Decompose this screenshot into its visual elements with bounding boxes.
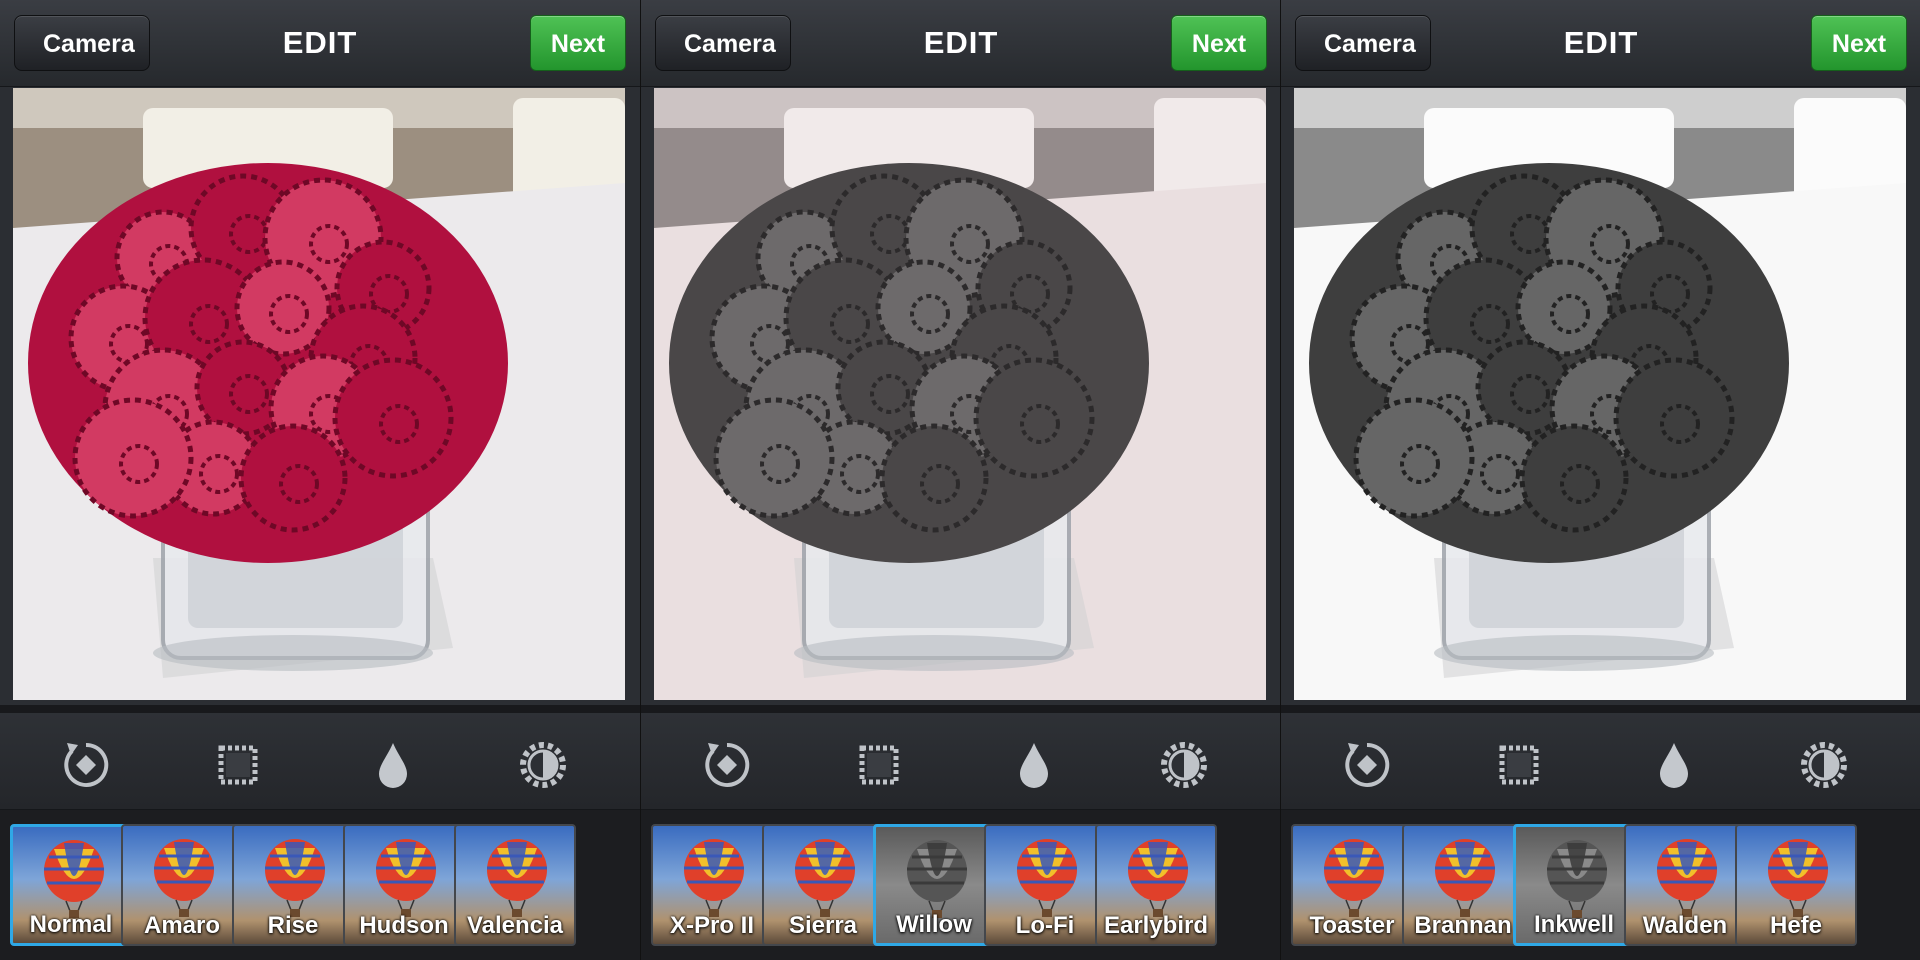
filter-label: X-Pro II [669, 912, 754, 939]
filter-thumb-earlybird[interactable]: Earlybird [1095, 824, 1217, 946]
rotate-icon[interactable] [58, 737, 114, 793]
filter-thumb-x-pro-ii[interactable]: X-Pro II [651, 824, 773, 946]
filter-thumb-hudson[interactable]: Hudson [343, 824, 465, 946]
filter-label: Sierra [788, 912, 858, 939]
filter-thumb-rise[interactable]: Rise [232, 824, 354, 946]
filter-label: Earlybird [1103, 912, 1209, 939]
filter-label: Hefe [1769, 912, 1823, 939]
filter-label: Amaro [143, 912, 221, 939]
flower-photo [654, 88, 1266, 700]
filter-thumb-toaster[interactable]: Toaster [1291, 824, 1413, 946]
edit-panel-willow: Camera EDIT Next X-Pro II Sierra Willow … [640, 0, 1280, 960]
border-frame-icon[interactable] [851, 737, 907, 793]
border-frame-icon[interactable] [210, 737, 266, 793]
next-button[interactable]: Next [1811, 15, 1907, 71]
photo-preview [654, 88, 1266, 700]
filter-label: Brannan [1414, 912, 1512, 939]
edit-toolbar [1281, 713, 1920, 810]
next-button[interactable]: Next [530, 15, 626, 71]
next-button[interactable]: Next [1171, 15, 1267, 71]
top-bar: Camera EDIT Next [1281, 0, 1920, 87]
hot-air-balloon-image [1435, 839, 1495, 917]
lux-brightness-icon[interactable] [1156, 737, 1212, 793]
filter-strip[interactable]: X-Pro II Sierra Willow Lo-Fi Earlybird [641, 810, 1280, 960]
hot-air-balloon-image [265, 839, 325, 917]
edit-screens: Camera EDIT Next Normal Amaro Rise Hudso… [0, 0, 1920, 960]
divider [0, 705, 640, 713]
hot-air-balloon-image [1128, 839, 1188, 917]
filter-thumb-normal[interactable]: Normal [10, 824, 132, 946]
hot-air-balloon-image [795, 839, 855, 917]
filter-label: Lo-Fi [1015, 912, 1075, 939]
border-frame-icon[interactable] [1491, 737, 1547, 793]
filter-thumb-lo-fi[interactable]: Lo-Fi [984, 824, 1106, 946]
hot-air-balloon-image [684, 839, 744, 917]
filter-label: Normal [29, 911, 113, 938]
lux-brightness-icon[interactable] [515, 737, 571, 793]
tilt-shift-drop-icon[interactable] [365, 737, 421, 793]
hot-air-balloon-image [907, 840, 967, 918]
photo-preview [1294, 88, 1906, 700]
top-bar: Camera EDIT Next [0, 0, 640, 87]
camera-back-button[interactable]: Camera [14, 15, 150, 71]
rotate-icon[interactable] [699, 737, 755, 793]
divider [641, 705, 1280, 713]
tilt-shift-drop-icon[interactable] [1006, 737, 1062, 793]
flower-photo [1294, 88, 1906, 700]
filter-label: Willow [896, 911, 972, 938]
filter-label: Toaster [1309, 912, 1395, 939]
tilt-shift-drop-icon[interactable] [1646, 737, 1702, 793]
edit-panel-normal: Camera EDIT Next Normal Amaro Rise Hudso… [0, 0, 640, 960]
rotate-icon[interactable] [1339, 737, 1395, 793]
filter-thumb-hefe[interactable]: Hefe [1735, 824, 1857, 946]
filter-label: Inkwell [1533, 911, 1615, 938]
filter-label: Hudson [359, 912, 449, 939]
camera-back-button[interactable]: Camera [655, 15, 791, 71]
hot-air-balloon-image [44, 840, 104, 918]
top-bar: Camera EDIT Next [641, 0, 1280, 87]
filter-thumb-inkwell[interactable]: Inkwell [1513, 824, 1635, 946]
filter-thumb-valencia[interactable]: Valencia [454, 824, 576, 946]
hot-air-balloon-image [1547, 840, 1607, 918]
camera-back-button[interactable]: Camera [1295, 15, 1431, 71]
filter-thumb-amaro[interactable]: Amaro [121, 824, 243, 946]
filter-label: Walden [1642, 912, 1728, 939]
divider [1281, 705, 1920, 713]
filter-thumb-brannan[interactable]: Brannan [1402, 824, 1524, 946]
filter-label: Rise [267, 912, 319, 939]
hot-air-balloon-image [1768, 839, 1828, 917]
hot-air-balloon-image [154, 839, 214, 917]
edit-toolbar [641, 713, 1280, 810]
flower-photo [13, 88, 625, 700]
filter-strip[interactable]: Normal Amaro Rise Hudson Valencia [0, 810, 640, 960]
hot-air-balloon-image [487, 839, 547, 917]
hot-air-balloon-image [1324, 839, 1384, 917]
filter-thumb-sierra[interactable]: Sierra [762, 824, 884, 946]
filter-thumb-walden[interactable]: Walden [1624, 824, 1746, 946]
hot-air-balloon-image [1017, 839, 1077, 917]
hot-air-balloon-image [376, 839, 436, 917]
hot-air-balloon-image [1657, 839, 1717, 917]
photo-preview [13, 88, 625, 700]
lux-brightness-icon[interactable] [1796, 737, 1852, 793]
filter-strip[interactable]: Toaster Brannan Inkwell Walden Hefe [1281, 810, 1920, 960]
filter-label: Valencia [466, 912, 564, 939]
filter-thumb-willow[interactable]: Willow [873, 824, 995, 946]
edit-panel-inkwell: Camera EDIT Next Toaster Brannan Inkwell… [1280, 0, 1920, 960]
edit-toolbar [0, 713, 640, 810]
